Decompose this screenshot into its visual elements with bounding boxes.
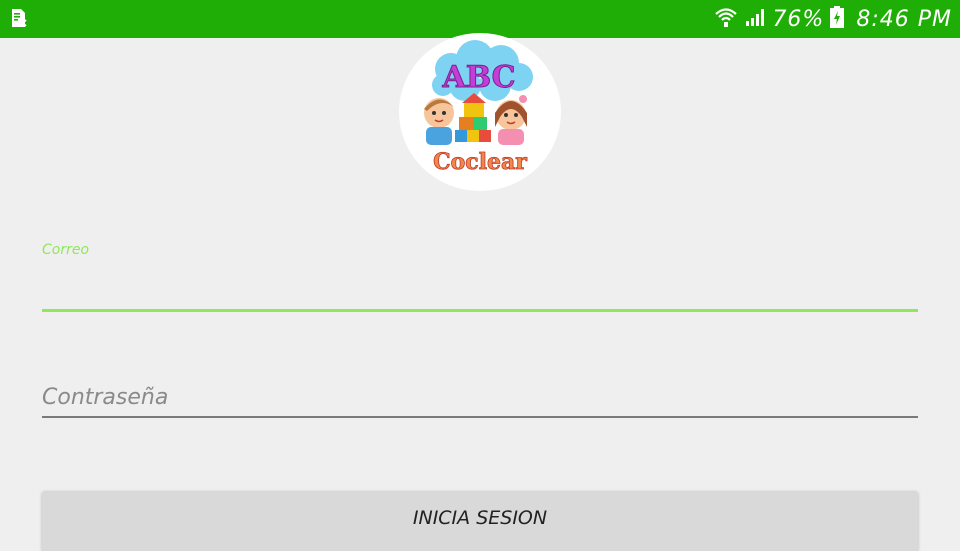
- email-field[interactable]: [42, 272, 918, 312]
- password-field[interactable]: [42, 378, 918, 418]
- login-button[interactable]: INICIA SESION: [42, 491, 918, 551]
- email-label: Correo: [42, 242, 90, 258]
- wifi-icon: [714, 6, 738, 32]
- logo-text-coclear: Coclear: [433, 149, 527, 175]
- girl-figure: [495, 95, 527, 145]
- battery-percent: 76%: [772, 6, 825, 32]
- signal-icon: [744, 7, 766, 31]
- app-logo: ABC ♪: [399, 33, 561, 191]
- sim-card-icon: [9, 8, 29, 28]
- boy-figure: [424, 98, 454, 145]
- logo-text-abc: ABC: [441, 60, 515, 95]
- battery-charging-icon: [830, 6, 845, 32]
- clock: 8:46 PM: [856, 6, 952, 32]
